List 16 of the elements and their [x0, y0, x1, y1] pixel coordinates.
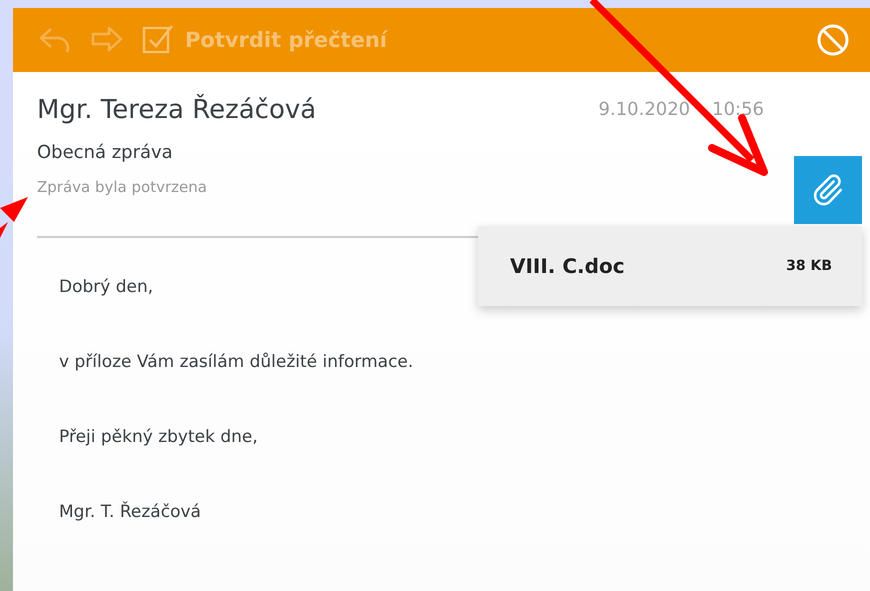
- attachment-button[interactable]: [794, 156, 862, 224]
- body-paragraph: Přeji pěkný zbytek dne,: [59, 426, 259, 449]
- message-date: 9.10.2020: [598, 98, 690, 122]
- block-icon: [816, 23, 850, 57]
- paperclip-icon: [811, 173, 845, 207]
- message-subject: Obecná zpráva: [37, 141, 174, 165]
- body-paragraph: v příloze Vám zasílám důležité informace.: [59, 351, 414, 374]
- message-status: Zpráva byla potvrzena: [37, 177, 208, 198]
- block-button[interactable]: [816, 23, 850, 57]
- attachment-size: 38 KB: [786, 258, 832, 274]
- body-paragraph: Dobrý den,: [59, 276, 154, 299]
- body-paragraph: Mgr. T. Řezáčová: [59, 500, 202, 524]
- attachment-name[interactable]: VIII. C.doc: [510, 254, 625, 278]
- annotation-arrow: [0, 197, 28, 238]
- message-time: 10:56: [712, 98, 764, 122]
- sender-name: Mgr. Tereza Řezáčová: [37, 93, 316, 127]
